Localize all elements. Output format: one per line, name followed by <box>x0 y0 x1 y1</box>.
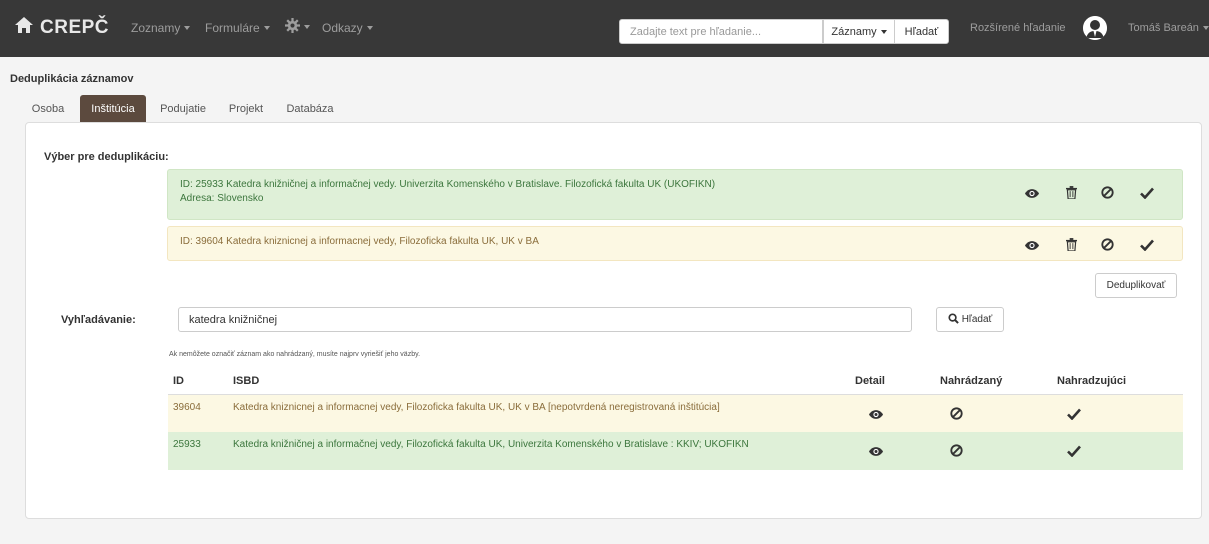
tab-institucia[interactable]: Inštitúcia <box>80 95 146 123</box>
page-title: Deduplikácia záznamov <box>10 73 134 85</box>
tab-podujatie-label: Podujatie <box>160 103 206 115</box>
tab-osoba[interactable]: Osoba <box>26 95 70 123</box>
chevron-down-icon <box>184 26 191 30</box>
ban-icon[interactable] <box>1099 236 1115 253</box>
search-scope-label: Záznamy <box>831 25 877 38</box>
tab-databaza-label: Databáza <box>286 103 334 115</box>
advanced-search-link[interactable]: Rozšírené hľadanie <box>970 22 1066 34</box>
eye-icon[interactable] <box>1023 186 1041 200</box>
check-icon[interactable] <box>1139 185 1155 201</box>
top-navbar: CREPČ Zoznamy Formuláre Odkazy Záznamy <box>0 0 1209 57</box>
chevron-down-icon <box>1202 26 1209 30</box>
trash-icon[interactable] <box>1063 184 1079 201</box>
check-icon[interactable] <box>1139 237 1155 253</box>
menu-zoznamy[interactable]: Zoznamy <box>131 21 191 35</box>
search-label: Vyhľadávanie: <box>61 314 136 326</box>
chevron-down-icon <box>304 25 310 29</box>
selected-record-address: Adresa: Slovensko <box>180 193 264 204</box>
home-icon <box>14 16 40 40</box>
global-search-button[interactable]: Hľadať <box>894 19 949 44</box>
user-menu[interactable]: Tomáš Bareán <box>1128 22 1209 34</box>
tab-osoba-label: Osoba <box>31 103 65 115</box>
record-search-button-label: Hľadať <box>961 314 993 325</box>
selected-record-text: ID: 25933 Katedra knižničnej a informačn… <box>180 178 715 206</box>
column-header-detail: Detail <box>855 375 885 387</box>
row-isbd: Katedra kniznicnej a informacnej vedy, F… <box>233 402 720 413</box>
column-header-id: ID <box>173 375 184 387</box>
search-icon <box>948 312 962 327</box>
column-header-replaced: Nahrádzaný <box>940 375 1003 387</box>
selection-label: Výber pre deduplikáciu: <box>44 151 169 163</box>
search-scope-dropdown[interactable]: Záznamy <box>823 19 895 44</box>
chevron-down-icon <box>880 29 887 34</box>
menu-formulare[interactable]: Formuláre <box>205 21 270 35</box>
global-search-button-label: Hľadať <box>904 25 939 38</box>
brand-logo[interactable]: CREPČ <box>14 14 109 42</box>
brand-name: CREPČ <box>40 17 110 38</box>
eye-icon[interactable] <box>1023 238 1041 252</box>
tab-projekt[interactable]: Projekt <box>222 95 270 123</box>
menu-settings[interactable] <box>285 18 310 36</box>
row-id: 25933 <box>173 439 201 450</box>
selected-record-line1: ID: 25933 Katedra knižničnej a informačn… <box>180 179 716 190</box>
column-header-isbd: ISBD <box>233 375 260 387</box>
record-search-input[interactable] <box>178 307 912 332</box>
eye-icon[interactable] <box>867 407 885 421</box>
global-search-input[interactable] <box>619 19 823 44</box>
tab-institucia-label: Inštitúcia <box>91 103 135 115</box>
chevron-down-icon <box>366 26 373 30</box>
ban-icon[interactable] <box>948 405 964 422</box>
search-hint: Ak nemôžete označiť záznam ako nahrádzan… <box>169 351 421 358</box>
menu-zoznamy-label: Zoznamy <box>131 21 181 35</box>
ban-icon[interactable] <box>1099 184 1115 201</box>
deduplicate-button-label: Deduplikovať <box>1106 280 1166 291</box>
selected-record-text: ID: 39604 Katedra kniznicnej a informacn… <box>180 235 539 249</box>
selected-record-line1: ID: 39604 Katedra kniznicnej a informacn… <box>180 236 539 247</box>
menu-odkazy[interactable]: Odkazy <box>322 21 373 35</box>
tab-podujatie[interactable]: Podujatie <box>154 95 212 123</box>
column-header-replacing: Nahradzujúci <box>1057 375 1127 387</box>
check-icon[interactable] <box>1066 406 1082 422</box>
table-row: 39604 Katedra kniznicnej a informacnej v… <box>168 394 1183 432</box>
ban-icon[interactable] <box>948 442 964 459</box>
row-isbd: Katedra knižničnej a informačnej vedy, F… <box>233 439 749 450</box>
menu-odkazy-label: Odkazy <box>322 21 363 35</box>
check-icon[interactable] <box>1066 443 1082 459</box>
trash-icon[interactable] <box>1063 236 1079 253</box>
menu-formulare-label: Formuláre <box>205 21 260 35</box>
gear-icon <box>285 18 300 36</box>
tab-databaza[interactable]: Databáza <box>280 95 340 123</box>
tab-projekt-label: Projekt <box>228 103 264 115</box>
deduplicate-button[interactable]: Deduplikovať <box>1095 273 1177 298</box>
chevron-down-icon <box>263 26 270 30</box>
record-search-button[interactable]: Hľadať <box>936 307 1004 332</box>
row-id: 39604 <box>173 402 201 413</box>
table-row: 25933 Katedra knižničnej a informačnej v… <box>168 432 1183 470</box>
eye-icon[interactable] <box>867 444 885 458</box>
user-avatar-icon[interactable] <box>1083 16 1107 40</box>
user-name-label: Tomáš Bareán <box>1128 22 1199 34</box>
